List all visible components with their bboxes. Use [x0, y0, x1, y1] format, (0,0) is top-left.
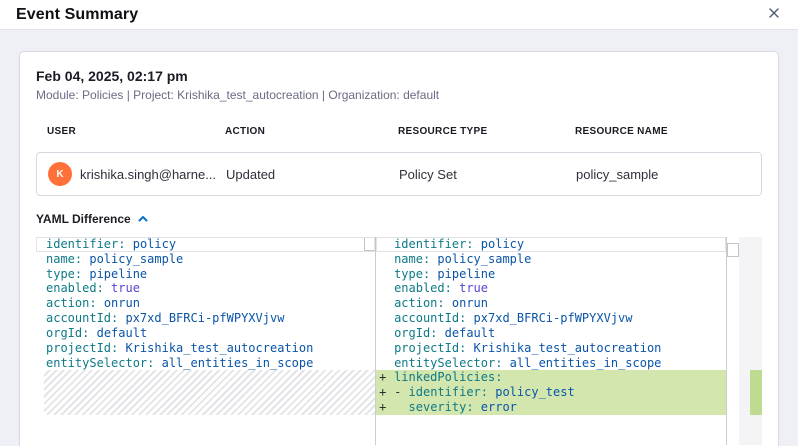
diff-added-marker: [750, 370, 762, 414]
diff-overview-ruler[interactable]: [739, 237, 762, 445]
diff-line: orgId: default: [36, 326, 375, 341]
chevron-up-icon: [137, 213, 149, 225]
diff-line: orgId: default: [376, 326, 726, 341]
yaml-diff-viewer: identifier: policyname: policy_sampletyp…: [36, 237, 762, 445]
diff-line: accountId: px7xd_BFRCi-pfWPYXVjvw: [36, 311, 375, 326]
diff-line: name: policy_sample: [36, 252, 375, 267]
modal-header: Event Summary: [0, 0, 798, 30]
page-title: Event Summary: [16, 6, 138, 24]
event-meta: Module: Policies | Project: Krishika_tes…: [36, 88, 762, 102]
close-icon: [768, 7, 780, 22]
diff-line: action: onrun: [376, 296, 726, 311]
column-header-resource-name: RESOURCE NAME: [564, 126, 762, 138]
user-cell: K krishika.singh@harne...: [37, 162, 215, 186]
yaml-difference-toggle[interactable]: YAML Difference: [36, 212, 149, 226]
diff-line: projectId: Krishika_test_autocreation: [376, 341, 726, 356]
resource-type-cell: Policy Set: [388, 167, 565, 182]
diff-line: type: pipeline: [376, 267, 726, 282]
diff-line: projectId: Krishika_test_autocreation: [36, 341, 375, 356]
diff-line-added: + severity: error: [376, 400, 726, 415]
diff-line: action: onrun: [36, 296, 375, 311]
diff-line: enabled: true: [36, 281, 375, 296]
table-row[interactable]: K krishika.singh@harne... Updated Policy…: [36, 152, 762, 196]
diff-line: entitySelector: all_entities_in_scope: [376, 356, 726, 371]
column-header-resource-type: RESOURCE TYPE: [387, 126, 564, 138]
close-button[interactable]: [766, 5, 782, 24]
diff-line-added: +- identifier: policy_test: [376, 385, 726, 400]
added-line-gutter-marker: +: [379, 400, 386, 415]
right-pane-scrollbar-thumb[interactable]: [727, 243, 739, 257]
right-pane-scrollbar-track: [727, 237, 739, 445]
diff-line: enabled: true: [376, 281, 726, 296]
added-line-gutter-marker: +: [379, 370, 386, 385]
event-timestamp: Feb 04, 2025, 02:17 pm: [36, 68, 762, 85]
diff-pane-original: identifier: policyname: policy_sampletyp…: [36, 237, 376, 445]
diff-line: accountId: px7xd_BFRCi-pfWPYXVjvw: [376, 311, 726, 326]
table-header-row: USER ACTION RESOURCE TYPE RESOURCE NAME: [36, 126, 762, 138]
column-header-user: USER: [36, 126, 214, 138]
diff-line: name: policy_sample: [376, 252, 726, 267]
diff-placeholder-hatch: [44, 370, 375, 414]
diff-line-added: +linkedPolicies:: [376, 370, 726, 385]
resource-name-cell: policy_sample: [565, 167, 761, 182]
action-cell: Updated: [215, 167, 388, 182]
diff-line: identifier: policy: [36, 237, 375, 252]
added-line-gutter-marker: +: [379, 385, 386, 400]
yaml-difference-label: YAML Difference: [36, 212, 131, 226]
diff-line: identifier: policy: [376, 237, 726, 252]
diff-pane-modified: identifier: policyname: policy_sampletyp…: [376, 237, 727, 445]
event-summary-card: Feb 04, 2025, 02:17 pm Module: Policies …: [19, 51, 779, 446]
avatar: K: [48, 162, 72, 186]
column-header-action: ACTION: [214, 126, 387, 138]
user-email: krishika.singh@harne...: [80, 167, 215, 182]
diff-line: entitySelector: all_entities_in_scope: [36, 356, 375, 371]
diff-line: type: pipeline: [36, 267, 375, 282]
